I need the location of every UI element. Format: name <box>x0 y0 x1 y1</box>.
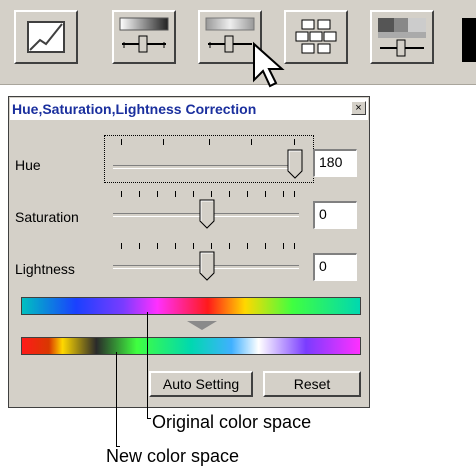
hue-input[interactable]: 180 <box>313 149 357 177</box>
hue-label: Hue <box>15 157 41 173</box>
hue-slider-track[interactable] <box>113 165 299 169</box>
original-callout-tick <box>147 418 151 419</box>
hue-slider-thumb[interactable] <box>287 149 303 179</box>
new-callout-line <box>116 352 117 446</box>
tone-curve-icon <box>27 21 65 53</box>
dialog-titlebar: Hue,Saturation,Lightness Correction × <box>10 98 368 120</box>
mouse-cursor-icon <box>253 41 285 88</box>
original-color-space-label: Original color space <box>152 412 312 432</box>
lightness-slider-thumb[interactable] <box>199 251 215 281</box>
saturation-input[interactable]: 0 <box>313 201 357 229</box>
lightness-input[interactable]: 0 <box>313 253 357 281</box>
variations-button[interactable] <box>370 10 434 64</box>
arrow-down-icon <box>187 321 217 330</box>
close-button[interactable]: × <box>351 101 366 115</box>
dialog-title: Hue,Saturation,Lightness Correction <box>12 101 257 117</box>
auto-setting-button[interactable]: Auto Setting <box>149 371 253 397</box>
brightness-contrast-icon <box>119 17 169 53</box>
original-color-bar <box>21 297 361 315</box>
new-color-bar <box>21 337 361 355</box>
lightness-ticks <box>113 243 299 251</box>
original-callout-line <box>147 312 148 418</box>
brightness-contrast-button[interactable] <box>112 10 176 64</box>
toolbar-edge <box>462 18 476 62</box>
lightness-label: Lightness <box>15 261 75 277</box>
saturation-ticks <box>113 191 299 199</box>
hue-ticks <box>113 139 299 147</box>
variations-icon <box>378 18 426 57</box>
toolbar <box>0 0 476 88</box>
tone-curve-button[interactable] <box>14 10 78 64</box>
color-balance-icon <box>295 19 337 54</box>
new-color-space-label: New color space <box>106 446 240 466</box>
saturation-label: Saturation <box>15 209 79 225</box>
saturation-slider-thumb[interactable] <box>199 199 215 229</box>
reset-button[interactable]: Reset <box>263 371 361 397</box>
hsl-dialog: Hue,Saturation,Lightness Correction × Hu… <box>8 96 370 408</box>
